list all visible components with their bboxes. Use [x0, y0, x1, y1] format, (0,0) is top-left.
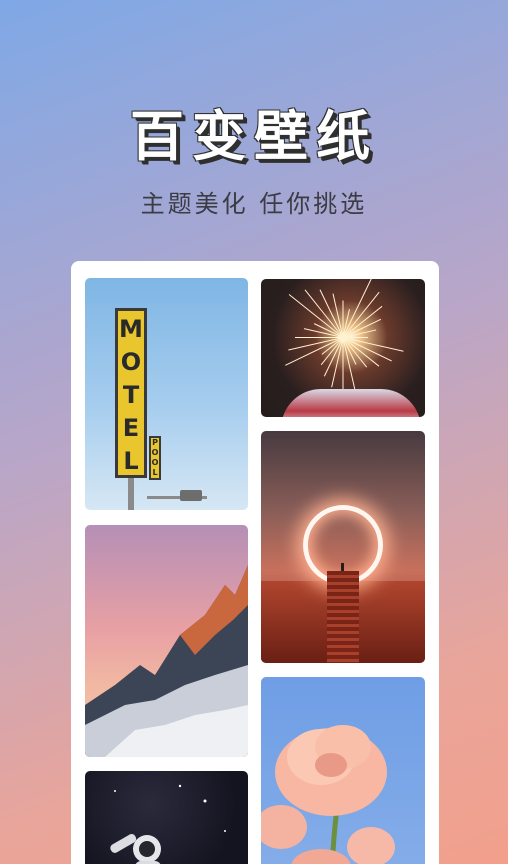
pool-sign-text: POOL	[151, 438, 159, 478]
wallpaper-tile-sparkler[interactable]	[261, 279, 425, 417]
pool-sign-letter: P	[152, 438, 158, 447]
wallpaper-tile-rose[interactable]	[261, 677, 425, 864]
wallpaper-gallery-panel: MOTEL POOL	[71, 261, 439, 864]
pool-sign-letter: L	[152, 468, 158, 477]
motel-sign-text: MOTEL	[118, 313, 144, 478]
street-light	[180, 490, 202, 501]
motel-sign-letter: M	[119, 315, 143, 343]
standing-figure	[341, 563, 344, 571]
motel-sign-letter: T	[122, 381, 140, 409]
staircase	[327, 571, 359, 663]
wallpaper-tile-motel[interactable]: MOTEL POOL	[85, 278, 248, 510]
mountain-illustration	[85, 565, 248, 757]
pool-sign: POOL	[149, 436, 161, 480]
astronaut-illustration	[110, 784, 226, 864]
spark-line	[295, 336, 343, 338]
motel-sign-letter: E	[122, 414, 140, 442]
spark-line	[342, 337, 344, 397]
soda-can	[281, 389, 421, 417]
pool-sign-letter: O	[151, 448, 159, 457]
pool-sign-letter: O	[151, 458, 159, 467]
promo-subtitle: 主题美化 任你挑选	[140, 190, 368, 218]
motel-sign-letter: L	[123, 447, 139, 475]
motel-sign-letter: O	[120, 348, 142, 376]
wallpaper-tile-mountain[interactable]	[85, 525, 248, 757]
promo-title: 百变壁纸	[130, 105, 378, 168]
sign-pole	[128, 478, 134, 510]
wallpaper-tile-astronaut[interactable]	[85, 771, 248, 864]
wallpaper-tile-portal[interactable]	[261, 431, 425, 663]
rose-illustration	[261, 725, 395, 864]
motel-sign: MOTEL	[115, 308, 147, 478]
